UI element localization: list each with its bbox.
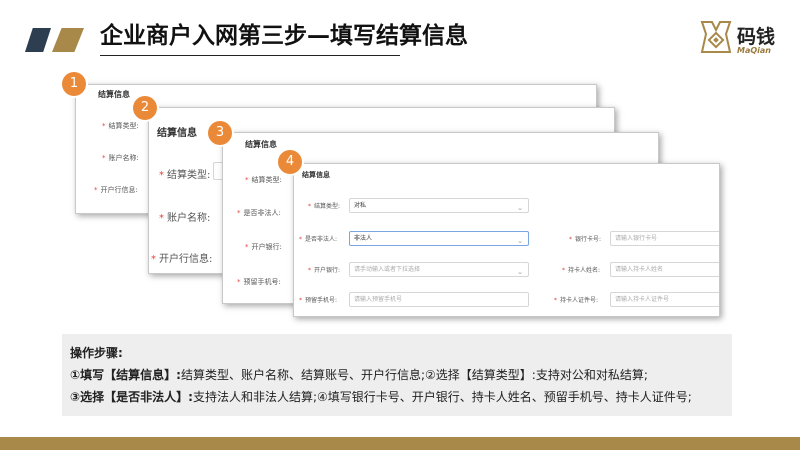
step-badge-4: 4 <box>278 150 302 174</box>
chevron-down-icon: ⌄ <box>517 268 523 276</box>
settle-type-label: * 结算类型: <box>102 122 139 130</box>
settle-type-label: * 结算类型: <box>245 176 282 184</box>
card-title: 结算信息 <box>98 90 130 99</box>
chevron-down-icon: ⌄ <box>517 204 523 212</box>
account-name-label: * 账户名称: <box>159 213 211 224</box>
cardholder-name-label: * 持卡人姓名: <box>562 267 601 274</box>
card-title: 结算信息 <box>245 140 277 149</box>
steps-line-1: ①填写【结算信息】:结算类型、账户名称、结算账号、开户行信息;②选择【结算类型】… <box>70 368 648 382</box>
settle-type-select[interactable]: 对私 ⌄ <box>349 198 529 213</box>
logo-text: 码钱 <box>737 26 776 48</box>
card-number-input[interactable]: 请输入银行卡号 <box>610 231 719 246</box>
phone-label: * 预留手机号: <box>237 278 281 286</box>
bank-branch-label: * 开户行信息: <box>151 254 213 265</box>
steps-heading: 操作步骤: <box>70 346 123 360</box>
logo-subtext: MaQian <box>737 46 771 55</box>
step-badge-3: 3 <box>208 121 232 145</box>
bank-label: * 开户银行: <box>308 267 341 274</box>
decor-stripe-dark <box>25 28 51 52</box>
page-title: 企业商户入网第三步—填写结算信息 <box>100 23 468 49</box>
bank-label: * 开户银行: <box>245 243 282 251</box>
chevron-down-icon: ⌄ <box>517 237 523 245</box>
settlement-card-4: 结算信息 * 结算类型: 对私 ⌄ * 是否非法人: 非法人 ⌄ * 开户银行: 请手动输… <box>293 163 720 317</box>
card-title: 结算信息 <box>302 171 330 179</box>
phone-label: * 预留手机号: <box>299 297 338 304</box>
card-number-label: * 银行卡号: <box>569 236 602 243</box>
cardholder-name-input[interactable]: 请输入持卡人姓名 <box>610 262 719 277</box>
step-badge-2: 2 <box>133 96 157 120</box>
cardholder-id-input[interactable]: 请输入持卡人证件号 <box>610 292 719 307</box>
footer-bar <box>0 437 800 450</box>
steps-line-2: ③选择【是否非法人】:支持法人和非法人结算;④填写银行卡号、开户银行、持卡人姓名… <box>70 390 692 404</box>
phone-input[interactable]: 请输入预留手机号 <box>349 292 529 307</box>
steps-panel: 操作步骤: ①填写【结算信息】:结算类型、账户名称、结算账号、开户行信息;②选择… <box>62 334 732 416</box>
is-non-legal-label: * 是否非法人: <box>299 236 338 243</box>
maqian-logo-icon <box>700 21 732 53</box>
decor-stripe-gold <box>52 28 84 52</box>
title-underline <box>100 55 400 56</box>
settle-type-label: * 结算类型: <box>308 203 341 210</box>
card-title: 结算信息 <box>157 128 197 139</box>
step-badge-1: 1 <box>62 72 86 96</box>
is-non-legal-select[interactable]: 非法人 ⌄ <box>349 231 529 246</box>
cardholder-id-label: * 持卡人证件号: <box>554 297 599 304</box>
account-name-label: * 账户名称: <box>102 154 139 162</box>
bank-select[interactable]: 请手动输入或者下拉选择 ⌄ <box>349 262 529 277</box>
is-non-legal-label: * 是否非法人: <box>237 209 281 217</box>
bank-branch-label: * 开户行信息: <box>94 186 138 194</box>
settle-type-label: * 结算类型: <box>159 170 211 181</box>
